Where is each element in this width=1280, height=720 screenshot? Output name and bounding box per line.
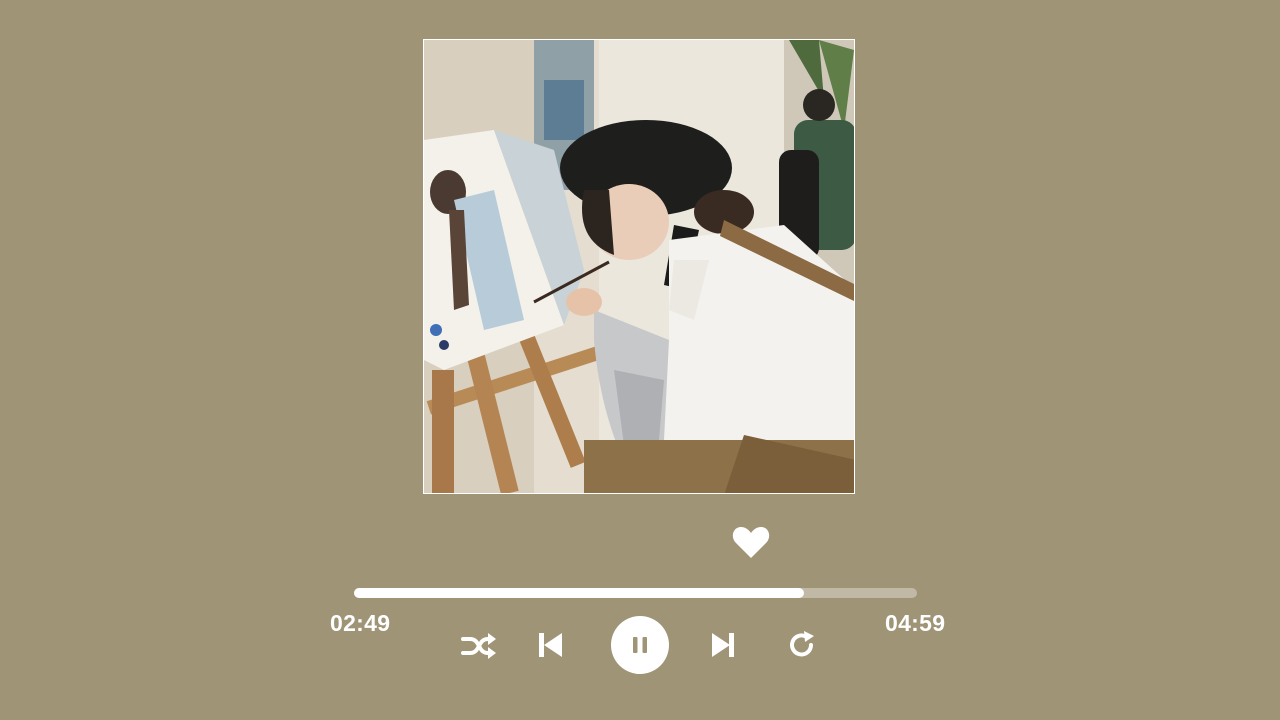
skip-next-icon	[712, 633, 734, 657]
progress-bar[interactable]	[354, 588, 917, 598]
previous-button[interactable]	[536, 630, 564, 660]
skip-previous-icon	[539, 633, 562, 657]
progress-bar-fill	[354, 588, 805, 598]
pause-icon	[633, 637, 647, 653]
elapsed-time: 02:49	[330, 610, 391, 636]
total-time: 04:59	[885, 610, 946, 636]
like-button[interactable]	[731, 524, 771, 560]
shuffle-icon	[461, 633, 496, 659]
shuffle-button[interactable]	[461, 631, 497, 661]
pause-button[interactable]	[611, 616, 669, 674]
repeat-button[interactable]	[786, 629, 818, 661]
next-button[interactable]	[709, 630, 737, 660]
heart-icon	[732, 527, 770, 558]
album-artwork-image	[424, 40, 854, 493]
album-artwork	[423, 39, 855, 494]
repeat-icon	[790, 631, 814, 657]
